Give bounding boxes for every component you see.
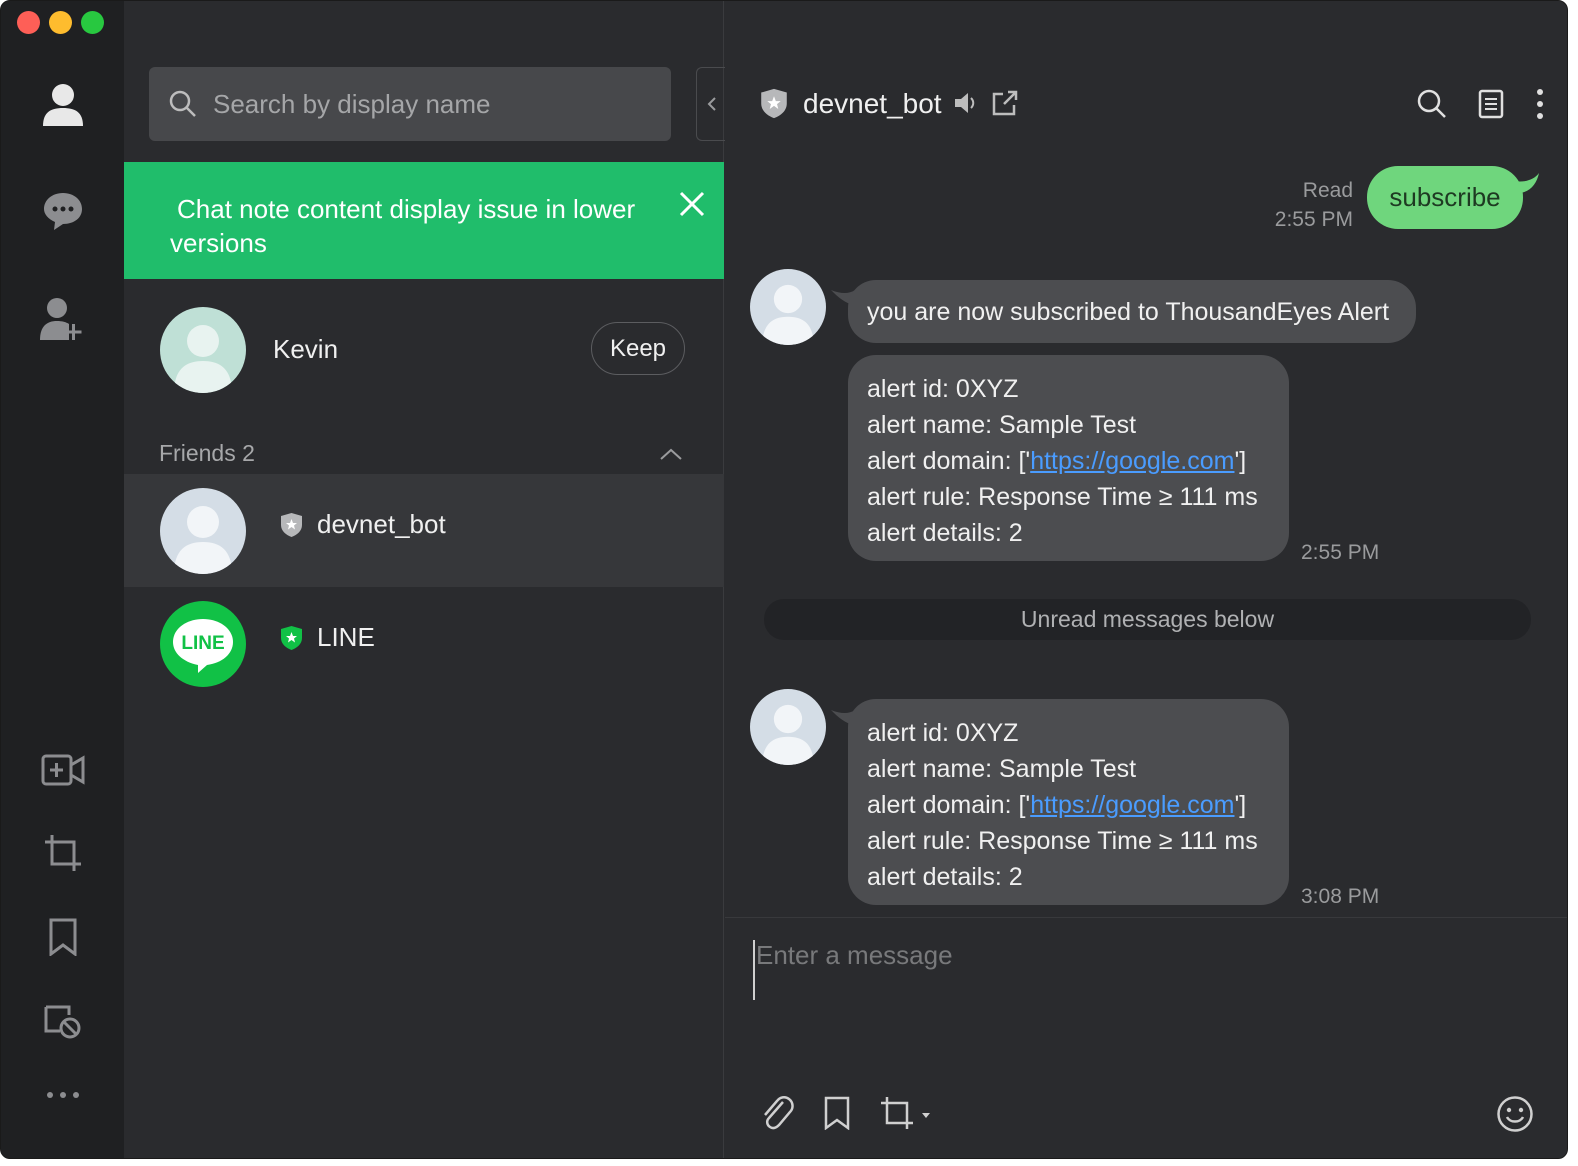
screenshot-crop-icon[interactable]	[37, 827, 89, 879]
friends-panel: Chat note content display issue in lower…	[124, 1, 726, 1158]
collapse-section-button[interactable]	[659, 447, 683, 466]
mute-notifications-icon[interactable]	[37, 995, 89, 1047]
alert-line: alert id: 0XYZ	[867, 719, 1019, 747]
notes-icon[interactable]	[1478, 89, 1504, 119]
official-badge-icon	[281, 513, 302, 537]
official-badge-icon	[761, 88, 787, 119]
keep-bookmark-icon[interactable]	[37, 911, 89, 963]
incoming-message[interactable]: you are now subscribed to ThousandEyes A…	[848, 280, 1416, 343]
alert-line-prefix: alert domain: ['	[867, 791, 1031, 819]
chats-icon[interactable]	[37, 185, 89, 237]
message-input[interactable]	[753, 940, 1533, 1000]
screenshot-crop-icon[interactable]	[879, 1095, 935, 1131]
friend-item-line[interactable]: LINE LINE	[124, 587, 724, 700]
bubble-tail	[1515, 173, 1539, 193]
alert-line: alert domain: ['https://google.com']	[867, 787, 1270, 823]
friends-section-header: Friends 2	[159, 440, 255, 466]
search-box[interactable]	[149, 67, 671, 141]
collapse-panel-button[interactable]	[696, 67, 726, 141]
svg-text:LINE: LINE	[181, 633, 224, 654]
message-time: 2:55 PM	[1301, 541, 1380, 564]
friend-name: devnet_bot	[317, 509, 446, 539]
kebab-menu-icon[interactable]	[1536, 88, 1544, 120]
video-call-icon[interactable]	[37, 744, 89, 796]
chat-pane: devnet_bot Read 2:55 PM subscribe you ar…	[725, 1, 1567, 1158]
alert-message[interactable]: alert id: 0XYZ alert name: Sample Test a…	[848, 699, 1289, 905]
alert-line-prefix: alert domain: ['	[867, 447, 1031, 475]
keep-bookmark-icon[interactable]	[823, 1096, 851, 1130]
domain-link[interactable]: https://google.com	[1030, 447, 1234, 475]
bot-avatar[interactable]	[750, 689, 826, 765]
more-icon[interactable]	[37, 1069, 89, 1121]
alert-line: alert rule: Response Time ≥ 111 ms	[867, 483, 1258, 511]
left-rail	[1, 1, 124, 1158]
alert-line-suffix: ']	[1234, 447, 1247, 475]
message-time: 3:08 PM	[1301, 885, 1380, 908]
alert-line: alert name: Sample Test	[867, 411, 1137, 439]
outgoing-message[interactable]: subscribe	[1367, 166, 1523, 229]
my-profile-name: Kevin	[273, 334, 339, 364]
message-meta: Read 2:55 PM	[1225, 176, 1353, 234]
friend-name: LINE	[317, 622, 375, 652]
alert-line: alert rule: Response Time ≥ 111 ms	[867, 827, 1258, 855]
chat-search-icon[interactable]	[1417, 89, 1447, 119]
search-input[interactable]	[213, 88, 633, 120]
official-badge-icon	[281, 626, 302, 650]
alert-line: alert details: 2	[867, 519, 1023, 547]
maximize-window-button[interactable]	[81, 11, 104, 34]
chevron-up-icon	[660, 448, 682, 460]
notice-banner[interactable]: Chat note content display issue in lower…	[124, 162, 724, 279]
read-status: Read	[1302, 179, 1353, 202]
chevron-left-icon	[707, 97, 716, 111]
alert-line: alert details: 2	[867, 863, 1023, 891]
alert-line: alert domain: ['https://google.com']	[867, 443, 1270, 479]
close-icon	[679, 191, 705, 217]
emoji-icon[interactable]	[1496, 1095, 1534, 1133]
avatar	[160, 488, 246, 574]
domain-link[interactable]: https://google.com	[1030, 791, 1234, 819]
alert-message[interactable]: alert id: 0XYZ alert name: Sample Test a…	[848, 355, 1289, 561]
alert-line-suffix: ']	[1234, 791, 1247, 819]
line-logo-avatar: LINE	[160, 601, 246, 687]
add-friend-icon[interactable]	[37, 293, 89, 345]
banner-text: Chat note content display issue in lower…	[170, 194, 636, 258]
bot-avatar[interactable]	[750, 269, 826, 345]
app-window: Chat note content display issue in lower…	[0, 0, 1568, 1159]
attach-icon[interactable]	[759, 1094, 795, 1132]
alert-line: alert name: Sample Test	[867, 755, 1137, 783]
unread-divider: Unread messages below	[764, 599, 1531, 640]
message-time: 2:55 PM	[1274, 208, 1353, 231]
alert-line: alert id: 0XYZ	[867, 375, 1019, 403]
speaker-icon[interactable]	[953, 90, 979, 116]
close-window-button[interactable]	[17, 11, 40, 34]
my-profile-avatar[interactable]	[160, 307, 246, 393]
chat-title: devnet_bot	[803, 88, 942, 119]
message-composer	[725, 917, 1567, 1158]
banner-close-button[interactable]	[679, 191, 705, 222]
message-text: you are now subscribed to ThousandEyes A…	[867, 298, 1390, 326]
open-external-icon[interactable]	[991, 89, 1019, 117]
friend-item-devnet-bot[interactable]: devnet_bot	[124, 474, 724, 587]
profile-icon[interactable]	[37, 79, 89, 131]
search-icon	[169, 90, 196, 117]
keep-button[interactable]: Keep	[591, 322, 685, 375]
minimize-window-button[interactable]	[49, 11, 72, 34]
